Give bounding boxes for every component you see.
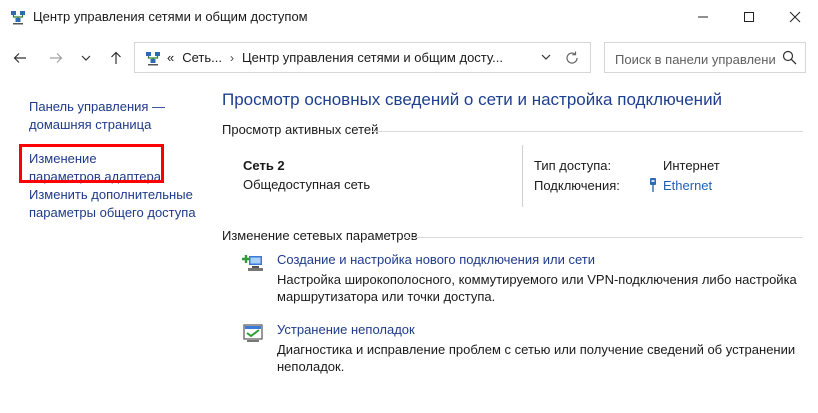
back-button[interactable]: [10, 48, 30, 68]
network-center-icon: [11, 11, 25, 25]
up-button[interactable]: [106, 48, 126, 68]
title-bar: Центр управления сетями и общим доступом: [0, 0, 818, 34]
maximize-button[interactable]: [726, 0, 772, 34]
ethernet-icon: [650, 178, 656, 192]
close-button[interactable]: [772, 0, 818, 34]
network-type: Общедоступная сеть: [243, 177, 371, 192]
setup-new-connection-description: Настройка широкополосного, коммутируемог…: [277, 272, 797, 304]
divider: [404, 237, 803, 238]
page-title: Просмотр основных сведений о сети и наст…: [222, 90, 723, 109]
recent-locations-button[interactable]: [76, 48, 96, 68]
address-dropdown-icon[interactable]: [539, 50, 553, 64]
refresh-icon[interactable]: [564, 50, 580, 66]
breadcrumb-overflow[interactable]: «: [167, 50, 174, 65]
address-bar[interactable]: « Сеть... › Центр управления сетями и об…: [134, 42, 591, 73]
maximize-icon: [744, 12, 754, 22]
close-icon: [789, 11, 801, 23]
access-type-value: Интернет: [663, 158, 720, 173]
arrow-right-icon: [50, 53, 63, 63]
sidebar-item-change-adapter-settings[interactable]: Изменение параметров адаптера: [29, 150, 169, 186]
breadcrumb-network[interactable]: Сеть...: [182, 50, 222, 65]
divider: [372, 131, 803, 132]
forward-button[interactable]: [46, 48, 66, 68]
search-box: [604, 42, 806, 73]
troubleshoot-link[interactable]: Устранение неполадок: [277, 322, 415, 337]
change-settings-heading: Изменение сетевых параметров: [222, 228, 418, 243]
window-title: Центр управления сетями и общим доступом: [33, 9, 308, 24]
minimize-button[interactable]: [680, 0, 726, 34]
chevron-right-icon[interactable]: ›: [230, 51, 234, 65]
chevron-down-icon: [81, 55, 91, 61]
active-networks-heading: Просмотр активных сетей: [222, 122, 379, 137]
setup-new-connection-link[interactable]: Создание и настройка нового подключения …: [277, 252, 595, 267]
network-center-icon: [146, 52, 160, 66]
troubleshoot-description: Диагностика и исправление проблем с сеть…: [277, 342, 796, 374]
troubleshoot-icon: [243, 324, 263, 342]
breadcrumb: « Сеть... › Центр управления сетями и об…: [167, 43, 503, 72]
arrow-left-icon: [13, 53, 26, 63]
network-name: Сеть 2: [243, 158, 285, 173]
search-input[interactable]: [613, 49, 777, 69]
sidebar-item-advanced-sharing-settings[interactable]: Изменить дополнительные параметры общего…: [29, 186, 204, 222]
arrow-up-icon: [111, 51, 121, 64]
new-connection-icon: [242, 255, 263, 271]
minimize-icon: [698, 16, 708, 18]
access-type-label: Тип доступа:: [534, 158, 612, 173]
breadcrumb-network-center[interactable]: Центр управления сетями и общим досту...: [242, 50, 503, 65]
divider: [522, 145, 523, 207]
sidebar-item-control-panel-home[interactable]: Панель управления — домашняя страница: [29, 98, 199, 134]
ethernet-connection-link[interactable]: Ethernet: [663, 178, 712, 193]
connections-label: Подключения:: [534, 178, 620, 193]
search-icon[interactable]: [782, 50, 797, 65]
